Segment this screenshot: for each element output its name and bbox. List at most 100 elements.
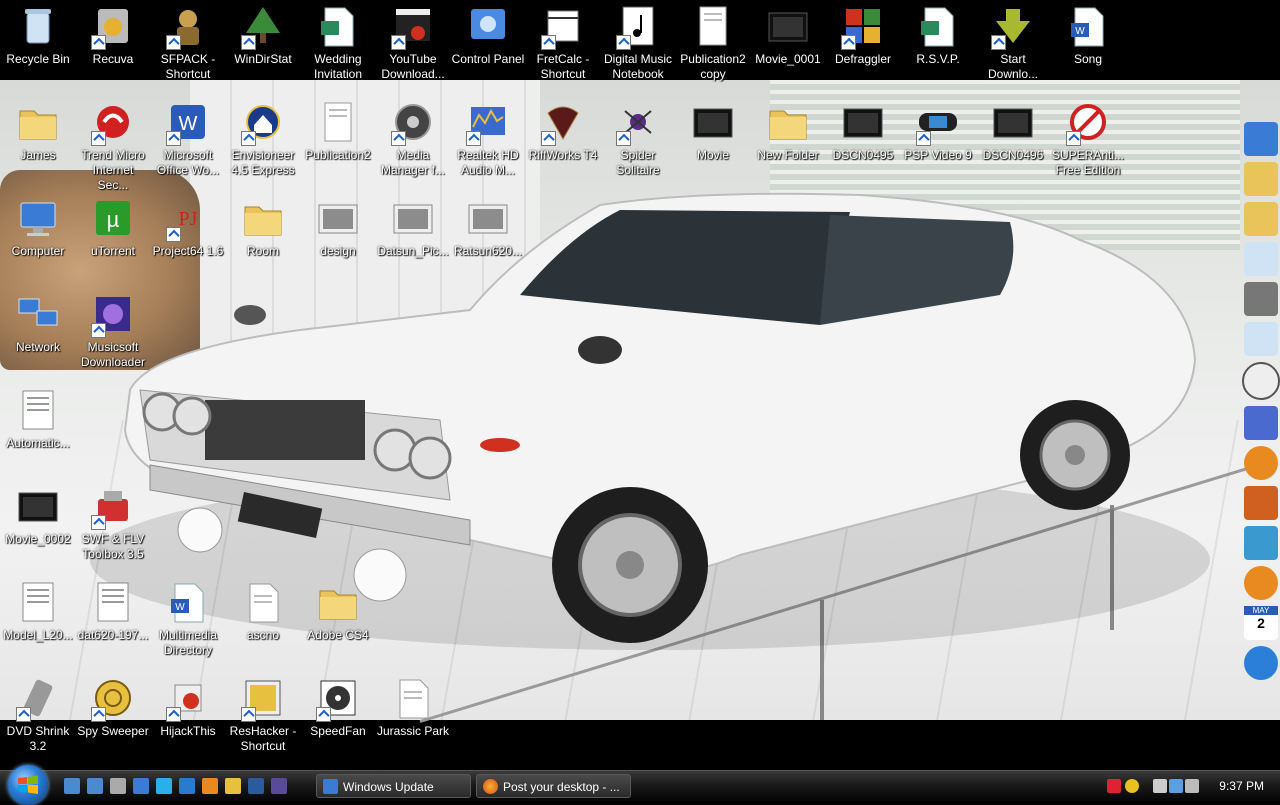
desktop-icon[interactable]: RiffWorks T4: [525, 96, 601, 190]
network-icon[interactable]: [133, 778, 149, 794]
desktop-icon[interactable]: Wedding Invitation: [300, 0, 376, 94]
desktop-icon[interactable]: Digital Music Notebook: [600, 0, 676, 94]
desktop-icon[interactable]: James: [0, 96, 76, 190]
firefox-icon[interactable]: [1244, 566, 1278, 600]
desktop-icon[interactable]: Control Panel: [450, 0, 526, 94]
desktop-icon-label: Movie_0001: [755, 52, 821, 66]
document-icon[interactable]: [1244, 322, 1278, 356]
dvd-shrink-icon: [14, 674, 62, 722]
desktop[interactable]: Recycle Bin Recuva SFPACK - Shortcut WinDir…: [0, 0, 1280, 770]
desktop-icon[interactable]: Media Manager f...: [375, 96, 451, 190]
desktop-icon[interactable]: ResHacker - Shortcut: [225, 672, 301, 766]
shortcut-arrow-icon: [166, 707, 181, 722]
desktop-icon[interactable]: SUPERAnti... Free Edition: [1050, 96, 1126, 190]
windows-orb-icon[interactable]: [1244, 646, 1278, 680]
desktop-icon[interactable]: Automatic...: [0, 384, 76, 478]
calendar-icon[interactable]: MAY 2: [1244, 606, 1278, 640]
skype-icon[interactable]: [156, 778, 172, 794]
desktop-icon[interactable]: DSCN0495: [825, 96, 901, 190]
clock[interactable]: 9:37 PM: [1219, 779, 1264, 793]
desktop-icon[interactable]: Movie_0002: [0, 480, 76, 574]
volume-icon[interactable]: [1185, 779, 1199, 793]
folder-icon[interactable]: [1244, 162, 1278, 196]
desktop-icon[interactable]: Musicsoft Downloader: [75, 288, 151, 382]
desktop-icon[interactable]: Spider Solitaire: [600, 96, 676, 190]
folder-icon: [239, 194, 287, 242]
shortcut-arrow-icon: [16, 707, 31, 722]
desktop-icon[interactable]: Adobe CS4: [300, 576, 376, 670]
desktop-icon[interactable]: design: [300, 192, 376, 286]
ati-icon[interactable]: [1107, 779, 1121, 793]
paint-icon[interactable]: [1244, 406, 1278, 440]
desktop-icon[interactable]: ascno: [225, 576, 301, 670]
desktop-icon[interactable]: New Folder: [750, 96, 826, 190]
desktop-icon[interactable]: Start Downlo...: [975, 0, 1051, 94]
desktop-icon[interactable]: Datsun_Pic...: [375, 192, 451, 286]
show-desktop-icon[interactable]: [64, 778, 80, 794]
network-icon: [14, 290, 62, 338]
photoshop-icon[interactable]: [248, 778, 264, 794]
taskbar-window-windows-update[interactable]: Windows Update: [316, 774, 471, 798]
desktop-icon[interactable]: W Microsoft Office Wo...: [150, 96, 226, 190]
taskbar-window-post-your-desktop[interactable]: Post your desktop - ...: [476, 774, 631, 798]
desktop-icon-label: Adobe CS4: [307, 628, 369, 642]
desktop-icon[interactable]: Model_L20...: [0, 576, 76, 670]
envisioneer-icon: [239, 98, 287, 146]
switch-windows-icon[interactable]: [87, 778, 103, 794]
desktop-icon[interactable]: DVD Shrink 3.2: [0, 672, 76, 766]
media-player-icon[interactable]: [225, 778, 241, 794]
desktop-icon[interactable]: HijackThis: [150, 672, 226, 766]
start-button[interactable]: [8, 765, 48, 805]
desktop-icon[interactable]: W Song: [1050, 0, 1126, 94]
desktop-icon[interactable]: Ratsun620...: [450, 192, 526, 286]
internet-explorer-icon[interactable]: [179, 778, 195, 794]
svg-text:W: W: [179, 113, 198, 135]
desktop-icon-label: SWF & FLV Toolbox 3.5: [81, 532, 145, 561]
desktop-icon[interactable]: Movie_0001: [750, 0, 826, 94]
monitor-icon[interactable]: [1244, 122, 1278, 156]
desktop-icon[interactable]: DSCN0496: [975, 96, 1051, 190]
desktop-icon[interactable]: Realtek HD Audio M...: [450, 96, 526, 190]
desktop-icon[interactable]: Spy Sweeper: [75, 672, 151, 766]
desktop-icon[interactable]: W Multimedia Directory: [150, 576, 226, 670]
desktop-icon[interactable]: YouTube Download...: [375, 0, 451, 94]
monitor-tray-icon[interactable]: [1169, 779, 1183, 793]
folder-icon[interactable]: [1244, 202, 1278, 236]
desktop-icon[interactable]: Envisioneer 4.5 Express: [225, 96, 301, 190]
desktop-icon[interactable]: Network: [0, 288, 76, 382]
desktop-icon[interactable]: R.S.V.P.: [900, 0, 976, 94]
firefox-icon[interactable]: [202, 778, 218, 794]
clock-icon[interactable]: [1242, 362, 1280, 400]
desktop-icon[interactable]: Movie: [675, 96, 751, 190]
desktop-icon[interactable]: Recycle Bin: [0, 0, 76, 94]
flash-icon[interactable]: [1244, 486, 1278, 520]
desktop-icon[interactable]: Publication2: [300, 96, 376, 190]
desktop-icon[interactable]: FretCalc - Shortcut: [525, 0, 601, 94]
desktop-icon[interactable]: Computer: [0, 192, 76, 286]
trend-micro-icon: [89, 98, 137, 146]
desktop-icon[interactable]: Defraggler: [825, 0, 901, 94]
calculator-icon[interactable]: [110, 778, 126, 794]
after-effects-icon[interactable]: [271, 778, 287, 794]
desktop-icon[interactable]: WinDirStat: [225, 0, 301, 94]
fl-studio-icon[interactable]: [1244, 446, 1278, 480]
desktop-icon[interactable]: dat620-197...: [75, 576, 151, 670]
desktop-icon[interactable]: Room: [225, 192, 301, 286]
desktop-icon[interactable]: µ uTorrent: [75, 192, 151, 286]
desktop-icon[interactable]: SpeedFan: [300, 672, 376, 766]
document-icon[interactable]: [1244, 242, 1278, 276]
desktop-icon[interactable]: Publication2 copy: [675, 0, 751, 94]
shortcut-arrow-icon: [91, 323, 106, 338]
start-download-icon: [989, 2, 1037, 50]
desktop-icon[interactable]: SWF & FLV Toolbox 3.5: [75, 480, 151, 574]
desktop-icon[interactable]: SFPACK - Shortcut: [150, 0, 226, 94]
desktop-icon[interactable]: PSP Video 9: [900, 96, 976, 190]
desktop-icon[interactable]: Recuva: [75, 0, 151, 94]
desktop-icon[interactable]: PJ Project64 1.6: [150, 192, 226, 286]
network-tray-icon[interactable]: [1125, 779, 1139, 793]
desktop-icon[interactable]: Jurassic Park: [375, 672, 451, 766]
desktop-icon[interactable]: Trend Micro Internet Sec...: [75, 96, 151, 192]
usb-icon[interactable]: [1153, 779, 1167, 793]
media-player-icon[interactable]: [1244, 526, 1278, 560]
camera-icon[interactable]: [1244, 282, 1278, 316]
